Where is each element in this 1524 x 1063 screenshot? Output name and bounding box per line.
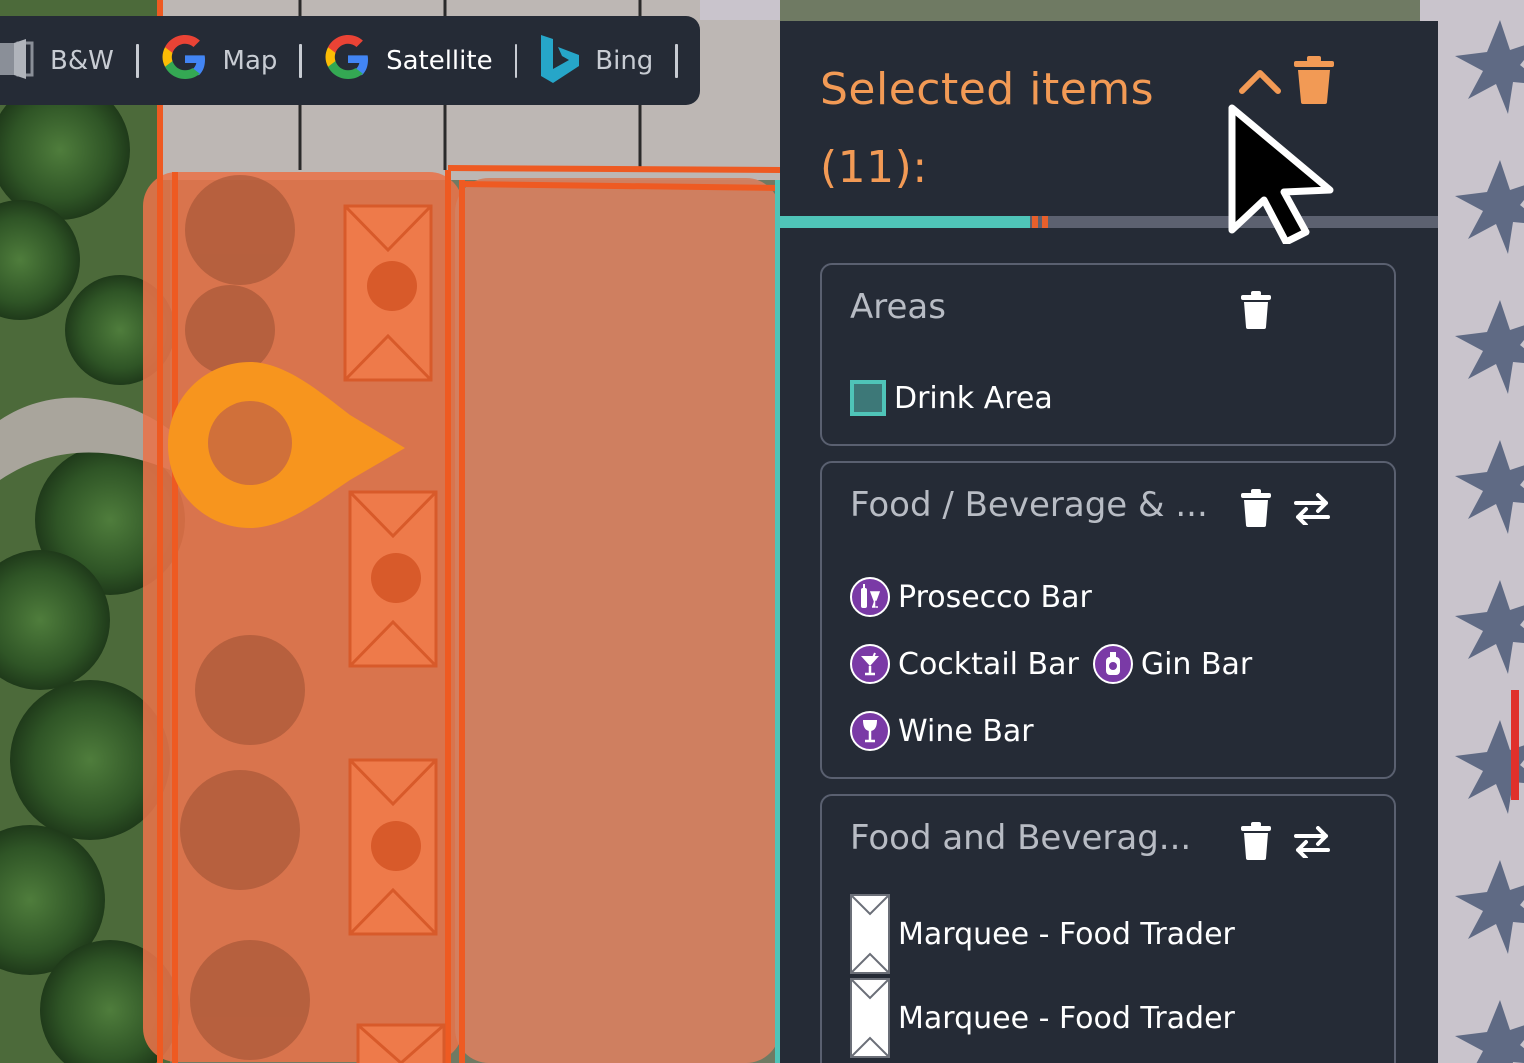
delete-group-button[interactable] [1240, 822, 1272, 864]
list-item-prosecco-bar[interactable]: Prosecco Bar [850, 577, 1092, 617]
marquee-icon [850, 894, 890, 974]
group-food-beverage: Food / Beverage & ... Prosecco Bar Cockt… [820, 461, 1396, 779]
toolbar-divider [135, 43, 139, 78]
trash-icon [1292, 56, 1336, 109]
google-satellite-style-label: Satellite [386, 45, 493, 76]
item-label: Cocktail Bar [898, 646, 1079, 682]
toolbar-divider [514, 43, 518, 78]
marquee-icon [850, 978, 890, 1058]
group-title: Areas [850, 287, 946, 327]
area-right [455, 178, 780, 1063]
panel-header: Selected items (11): [780, 21, 1438, 216]
group-food-and-beverage: Food and Beverag... Marquee - Food Trade… [820, 794, 1396, 1063]
item-label: Marquee - Food Trader [898, 916, 1235, 952]
map-style-toolbar: B&W Map Satellite Bing [0, 16, 700, 105]
delete-group-button[interactable] [1240, 291, 1272, 333]
area-swatch-icon [850, 380, 886, 416]
contrast-icon [0, 38, 36, 83]
delete-all-button[interactable] [1292, 55, 1336, 109]
item-label: Drink Area [894, 380, 1053, 416]
group-title: Food and Beverag... [850, 818, 1192, 858]
swap-icon [1292, 493, 1332, 529]
collapse-button[interactable] [1238, 65, 1282, 99]
toolbar-divider [299, 43, 303, 78]
cocktail-icon [850, 644, 890, 684]
list-item-drink-area[interactable]: Drink Area [850, 380, 1053, 416]
google-map-style-label: Map [222, 45, 278, 76]
trash-icon [1240, 291, 1272, 333]
swap-group-button[interactable] [1292, 826, 1332, 862]
item-label: Gin Bar [1140, 646, 1253, 682]
google-satellite-style-button[interactable]: Satellite [324, 16, 493, 105]
bing-style-label: Bing [595, 45, 654, 76]
gin-icon [1092, 644, 1133, 684]
swap-icon [1292, 826, 1332, 862]
trash-icon [1240, 489, 1272, 531]
bing-style-button[interactable]: Bing [539, 16, 653, 105]
google-icon [161, 34, 209, 87]
selected-items-panel: Selected items (11): Areas Drink Area Fo… [780, 21, 1438, 1063]
wine-icon [850, 711, 890, 751]
panel-title: Selected items (11): [820, 64, 1155, 193]
group-title: Food / Beverage & ... [850, 485, 1208, 525]
bing-icon [539, 34, 581, 87]
list-item-wine-bar[interactable]: Wine Bar [850, 711, 1034, 751]
prosecco-icon [850, 577, 890, 617]
list-item-marquee-food-trader[interactable]: Marquee - Food Trader [850, 978, 1235, 1058]
toolbar-divider [675, 43, 678, 78]
swap-group-button[interactable] [1292, 493, 1332, 529]
list-item-marquee-food-trader[interactable]: Marquee - Food Trader [850, 894, 1235, 974]
group-areas: Areas Drink Area [820, 263, 1396, 446]
item-label: Wine Bar [898, 713, 1034, 749]
delete-group-button[interactable] [1240, 489, 1272, 531]
list-item-cocktail-bar[interactable]: Cocktail Bar [850, 644, 1079, 684]
google-icon [324, 34, 372, 87]
list-item-gin-bar[interactable]: Gin Bar [1092, 644, 1253, 684]
trash-icon [1240, 822, 1272, 864]
item-label: Prosecco Bar [898, 579, 1092, 615]
bw-style-label: B&W [50, 45, 114, 76]
map-marquees [343, 204, 446, 1063]
bw-style-button[interactable]: B&W [0, 16, 114, 105]
google-map-style-button[interactable]: Map [161, 16, 278, 105]
item-label: Marquee - Food Trader [898, 1000, 1235, 1036]
chevron-up-icon [1238, 70, 1282, 99]
panel-divider [780, 216, 1438, 228]
